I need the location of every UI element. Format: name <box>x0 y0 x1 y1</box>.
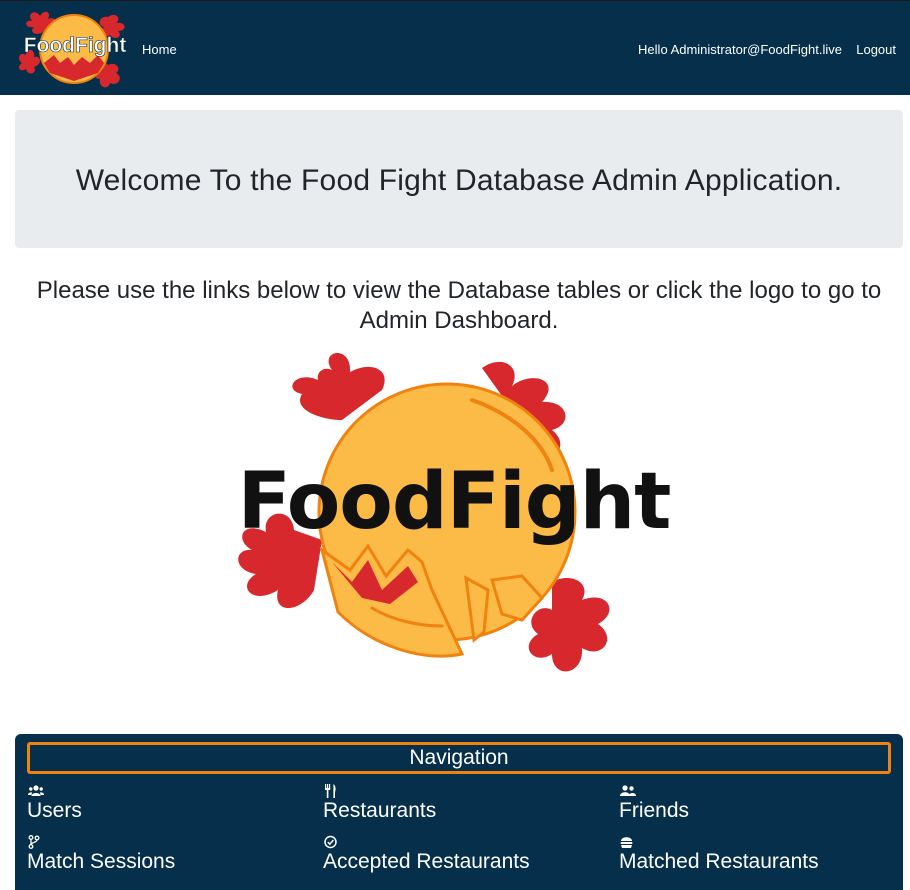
nav-link-match-sessions[interactable]: Match Sessions <box>27 835 175 875</box>
nav-link-label: Match Sessions <box>27 850 176 873</box>
nav-link-restaurants[interactable]: Restaurants <box>323 784 436 824</box>
foodfight-logo[interactable]: FoodFight <box>222 350 682 680</box>
brand-logo-text: FoodFight <box>24 34 127 57</box>
nav-home-link[interactable]: Home <box>142 42 177 57</box>
nav-link-accepted-restaurants[interactable]: Accepted Restaurants <box>323 835 530 875</box>
navigation-title: Navigation <box>27 742 891 774</box>
logo-text: FoodFight <box>238 457 671 547</box>
nav-link-label: Users <box>27 799 82 822</box>
friends-icon <box>620 785 636 796</box>
utensils-icon <box>325 784 336 798</box>
navigation-panel: Navigation Users Restaurants Friends Mat… <box>15 734 903 890</box>
nav-link-friends[interactable]: Friends <box>619 784 689 824</box>
nav-link-label: Friends <box>619 799 690 822</box>
brand-logo[interactable]: FoodFight <box>12 7 138 91</box>
nav-link-label: Accepted Restaurants <box>323 850 530 873</box>
welcome-jumbotron: Welcome To the Food Fight Database Admin… <box>15 110 903 248</box>
code-branch-icon <box>28 835 40 849</box>
hamburger-icon <box>620 837 633 848</box>
users-icon <box>28 785 44 796</box>
welcome-title: Welcome To the Food Fight Database Admin… <box>75 164 843 197</box>
nav-link-users[interactable]: Users <box>27 784 82 824</box>
nav-link-label: Restaurants <box>323 799 437 822</box>
instructions-text: Please use the links below to view the D… <box>36 277 882 334</box>
nav-link-label: Matched Restaurants <box>619 850 819 873</box>
check-circle-icon <box>324 835 337 849</box>
user-greeting: Hello Administrator@FoodFight.live <box>638 42 842 57</box>
top-navbar: FoodFight Home Hello Administrator@FoodF… <box>0 0 910 95</box>
nav-link-matched-restaurants[interactable]: Matched Restaurants <box>619 835 819 875</box>
logout-link[interactable]: Logout <box>856 42 896 57</box>
